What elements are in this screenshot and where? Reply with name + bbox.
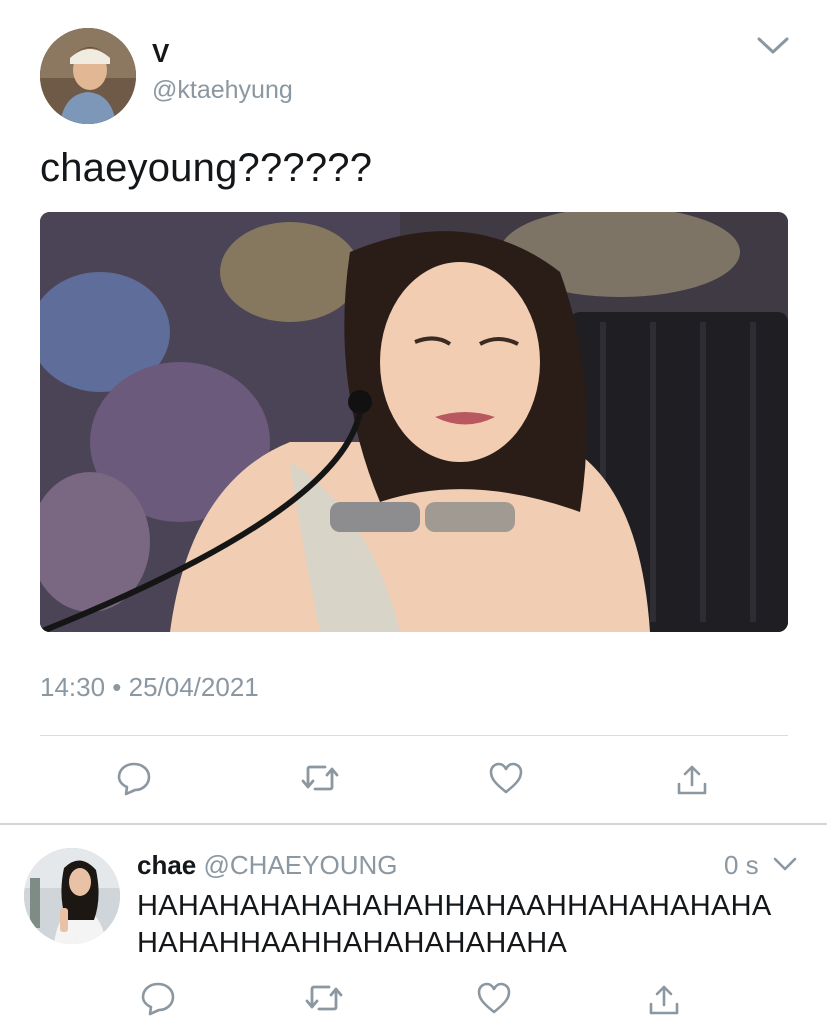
author-handle[interactable]: @ktaehyung: [152, 76, 293, 105]
reply-text: HAHAHAHAHAHAHAHHAHAAHHAHAHAHAHA HAHAHHAA…: [137, 888, 797, 962]
tweet-media[interactable]: [40, 212, 788, 632]
reply-handle[interactable]: @CHAEYOUNG: [204, 850, 398, 880]
like-icon: [477, 982, 511, 1014]
tweet-text: chaeyoung??????: [40, 146, 373, 190]
reply-icon: [141, 982, 175, 1016]
reply-header: chae @CHAEYOUNG: [137, 850, 397, 881]
author-display-name[interactable]: V: [152, 38, 169, 69]
retweet-icon: [301, 765, 339, 791]
reply-button[interactable]: [114, 758, 154, 798]
tweet-photo: [40, 212, 788, 632]
reply-reply-button[interactable]: [138, 978, 178, 1018]
reply-text-line-1: HAHAHAHAHAHAHAHHAHAAHHAHAHAHAHA: [137, 890, 772, 922]
reply-display-name[interactable]: chae: [137, 850, 196, 880]
reply-avatar-image: [24, 848, 120, 944]
retweet-icon: [305, 985, 343, 1011]
reply-chevron-down-icon[interactable]: [772, 856, 798, 872]
like-icon: [489, 762, 523, 794]
reply-like-button[interactable]: [474, 978, 514, 1018]
reply-retweet-button[interactable]: [304, 978, 344, 1018]
share-button[interactable]: [672, 760, 712, 800]
reply-text-line-2: HAHAHHAAHHAHAHAHAHAHA: [137, 927, 568, 959]
reply-author-avatar[interactable]: [24, 848, 120, 944]
tweet-timestamp[interactable]: 14:30 • 25/04/2021: [40, 672, 259, 703]
reply-share-button[interactable]: [644, 980, 684, 1020]
author-avatar-image: [40, 28, 136, 124]
section-divider: [0, 823, 827, 825]
share-icon: [649, 985, 679, 1015]
divider: [40, 735, 788, 736]
author-avatar[interactable]: [40, 28, 136, 124]
reply-icon: [117, 762, 151, 796]
like-button[interactable]: [486, 758, 526, 798]
chevron-down-icon[interactable]: [756, 36, 790, 56]
reply-timestamp[interactable]: 0 s: [724, 850, 759, 881]
share-icon: [677, 765, 707, 795]
retweet-button[interactable]: [300, 758, 340, 798]
